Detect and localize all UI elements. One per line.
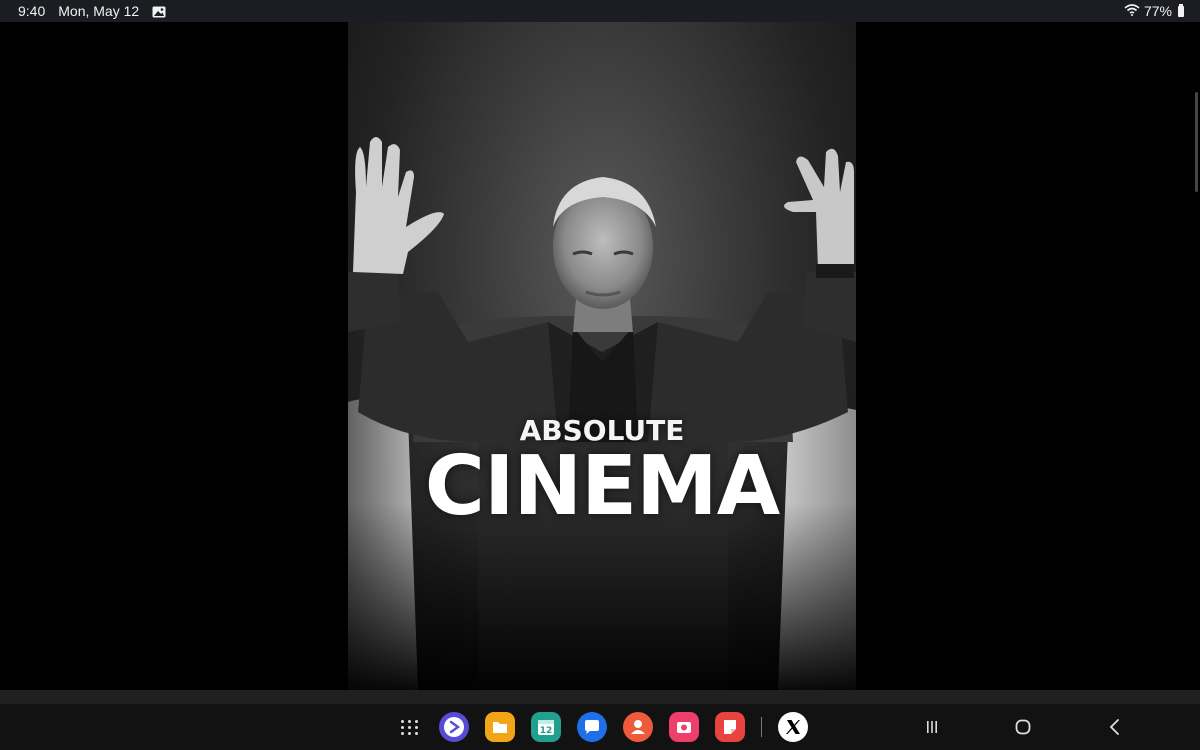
taskbar-edge (0, 690, 1200, 704)
poster-illustration (348, 137, 856, 690)
battery-percentage: 77% (1143, 3, 1172, 19)
note-icon (724, 720, 736, 734)
back-button[interactable] (1100, 712, 1130, 742)
back-icon (1109, 719, 1119, 735)
image-viewer[interactable]: ABSOLUTE CINEMA (0, 22, 1200, 690)
recents-icon (927, 721, 937, 733)
chat-bubble-icon (585, 720, 599, 734)
status-date: Mon, May 12 (58, 3, 140, 19)
notes-app[interactable] (715, 712, 745, 742)
poster-title: CINEMA (424, 439, 780, 534)
calendar-app[interactable]: 12 (531, 712, 561, 742)
device-screen: 9:40 Mon, May 12 77% ABSOLUTE CINEMA 12 (0, 0, 1200, 750)
arrow-right-icon (444, 717, 464, 737)
status-right: 77% (1124, 3, 1184, 19)
samsung-internet-app[interactable] (439, 712, 469, 742)
calendar-day: 12 (540, 726, 553, 736)
recents-button[interactable] (917, 712, 947, 742)
dock-divider (761, 717, 762, 737)
battery-icon (1178, 3, 1184, 17)
contacts-app[interactable] (623, 712, 653, 742)
camera-app[interactable] (669, 712, 699, 742)
status-bar: 9:40 Mon, May 12 77% (0, 0, 1200, 22)
messages-app[interactable] (577, 712, 607, 742)
gallery-icon (152, 5, 166, 18)
home-icon (1015, 719, 1031, 735)
x-logo-icon (786, 720, 800, 734)
camera-icon (677, 722, 691, 733)
poster-image[interactable]: ABSOLUTE CINEMA (348, 22, 856, 690)
app-dock: 12 (397, 712, 824, 742)
grid-dots-icon[interactable] (397, 719, 423, 735)
taskbar: 12 (0, 690, 1200, 750)
x-app[interactable] (778, 712, 808, 742)
scroll-indicator[interactable] (1195, 92, 1198, 192)
home-button[interactable] (1008, 712, 1038, 742)
folder-icon (493, 722, 507, 733)
my-files-app[interactable] (485, 712, 515, 742)
wifi-icon (1124, 3, 1140, 19)
calendar-icon: 12 (538, 720, 554, 736)
person-icon (631, 720, 645, 734)
status-time: 9:40 (18, 3, 46, 19)
